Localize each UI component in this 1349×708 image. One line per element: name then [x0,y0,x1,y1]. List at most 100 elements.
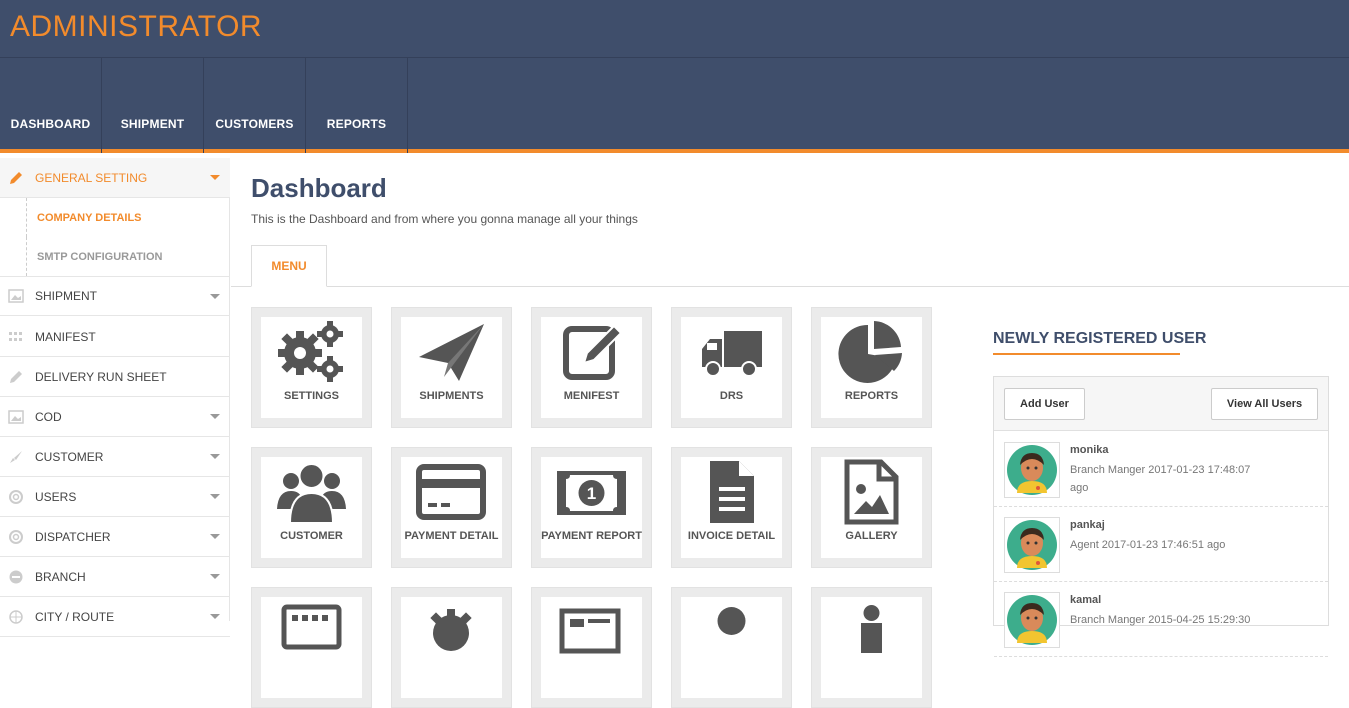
tile-gallery[interactable]: GALLERY [811,447,932,568]
keyboard-icon [281,604,342,650]
user-meta: Branch Manger 2015-04-25 15:29:30 [1070,614,1251,626]
tile-label: REPORTS [844,390,899,402]
caret-down-icon [210,454,220,459]
credit-card-icon [416,464,486,520]
avatar [1004,517,1060,573]
pencil-icon [8,170,24,186]
sidebar-item-users[interactable]: USERS [0,477,230,517]
tile-drs[interactable]: DRS [671,307,792,428]
sidebar-subitem-label: COMPANY DETAILS [37,211,142,224]
caret-down-icon [210,414,220,419]
users-icon [277,463,346,524]
paper-plane-icon [419,324,484,381]
users-panel: Add User View All Users monika Branch Ma… [993,376,1329,657]
sidebar-subitem-company-details[interactable]: COMPANY DETAILS [26,198,230,237]
image-icon [8,409,24,425]
sidebar-item-shipment[interactable]: SHIPMENT [0,276,230,316]
user-name: pankaj [1070,519,1105,531]
tile-row3-2[interactable] [391,587,512,708]
nav-reports[interactable]: REPORTS [306,58,408,153]
tile-label: CUSTOMER [280,530,343,542]
sidebar-item-dispatcher[interactable]: DISPATCHER [0,517,230,557]
sidebar: GENERAL SETTING COMPANY DETAILS SMTP CON… [0,158,230,637]
sidebar-item-cod[interactable]: COD [0,397,230,437]
view-all-users-button[interactable]: View All Users [1211,388,1318,420]
page-title: Dashboard [251,173,387,203]
nav-shipment[interactable]: SHIPMENT [102,58,204,153]
caret-down-icon [210,614,220,619]
list-item[interactable]: monika Branch Manger 2017-01-23 17:48:07… [994,432,1328,507]
sidebar-item-label: CITY / ROUTE [35,609,115,624]
brush-icon [8,449,24,465]
sidebar-subitem-smtp-configuration[interactable]: SMTP CONFIGURATION [26,237,230,276]
tile-menifest[interactable]: MENIFEST [531,307,652,428]
nav-shipment-label: SHIPMENT [120,117,185,131]
gears-icon [278,321,343,382]
pie-chart-icon [838,321,902,383]
tile-row3-5[interactable] [811,587,932,708]
lifebuoy-icon [8,529,24,545]
tile-label: PAYMENT DETAIL [404,530,499,542]
lifebuoy-icon [8,489,24,505]
tile-customer[interactable]: CUSTOMER [251,447,372,568]
nav-customers[interactable]: CUSTOMERS [204,58,306,153]
globe-icon [8,609,24,625]
banknote-icon: 1 [557,471,626,515]
list-item[interactable]: kamal Branch Manger 2015-04-25 15:29:30 [994,582,1328,657]
sidebar-item-label: SHIPMENT [35,289,98,303]
caret-down-icon [210,494,220,499]
sidebar-item-delivery-run-sheet[interactable]: DELIVERY RUN SHEET [0,357,230,397]
add-user-button[interactable]: Add User [1004,388,1085,420]
main-nav: DASHBOARD SHIPMENT CUSTOMERS REPORTS [0,58,1349,153]
tile-reports[interactable]: REPORTS [811,307,932,428]
edit-icon [563,324,623,380]
sidebar-item-manifest[interactable]: MANIFEST [0,317,230,357]
nav-customers-label: CUSTOMERS [215,117,294,131]
minus-circle-icon [8,569,24,585]
tile-payment-detail[interactable]: PAYMENT DETAIL [391,447,512,568]
sidebar-item-city-route[interactable]: CITY / ROUTE [0,597,230,637]
pencil-icon [8,369,24,385]
sidebar-item-branch[interactable]: BRANCH [0,557,230,597]
sidebar-item-label: USERS [35,489,77,504]
tile-row3-4[interactable] [671,587,792,708]
user-meta: Agent 2017-01-23 17:46:51 ago [1070,539,1226,551]
user-name: kamal [1070,594,1102,606]
sidebar-item-label: COD [35,409,62,424]
gear-icon [430,609,472,651]
image-file-icon [844,459,899,525]
users-panel-title: NEWLY REGISTERED USER [993,330,1207,347]
tile-shipments[interactable]: SHIPMENTS [391,307,512,428]
sidebar-item-customer[interactable]: CUSTOMER [0,437,230,477]
top-header: ADMINISTRATOR [0,0,1349,58]
user-name: monika [1070,444,1109,456]
tab-menu[interactable]: MENU [251,245,327,287]
list-item[interactable]: pankaj Agent 2017-01-23 17:46:51 ago [994,507,1328,582]
caret-down-icon [210,534,220,539]
tile-label: INVOICE DETAIL [687,530,776,542]
caret-down-icon [210,574,220,579]
app-title[interactable]: ADMINISTRATOR [10,10,262,44]
sidebar-item-label: BRANCH [35,569,86,584]
sidebar-item-label: CUSTOMER [35,449,104,464]
tile-label: SETTINGS [283,390,339,402]
tile-label: GALLERY [845,530,898,542]
tile-invoice-detail[interactable]: INVOICE DETAIL [671,447,792,568]
page-subtitle: This is the Dashboard and from where you… [251,212,638,226]
tile-row3-1[interactable] [251,587,372,708]
users-panel-underline [993,353,1180,355]
nav-reports-label: REPORTS [326,117,387,131]
tile-label: MENIFEST [563,390,620,402]
nav-dashboard[interactable]: DASHBOARD [0,58,102,153]
tile-settings[interactable]: SETTINGS [251,307,372,428]
grid-icon [8,329,24,345]
tile-row3-3[interactable] [531,587,652,708]
sidebar-subitem-label: SMTP CONFIGURATION [37,250,163,263]
sidebar-item-label: MANIFEST [35,329,96,344]
avatar [1004,442,1060,498]
tile-payment-report[interactable]: 1 PAYMENT REPORT [531,447,652,568]
sidebar-item-general-setting[interactable]: GENERAL SETTING [0,158,230,198]
nav-dashboard-label: DASHBOARD [10,117,91,131]
sidebar-item-label: GENERAL SETTING [35,170,148,185]
sidebar-item-label: DISPATCHER [35,529,111,544]
